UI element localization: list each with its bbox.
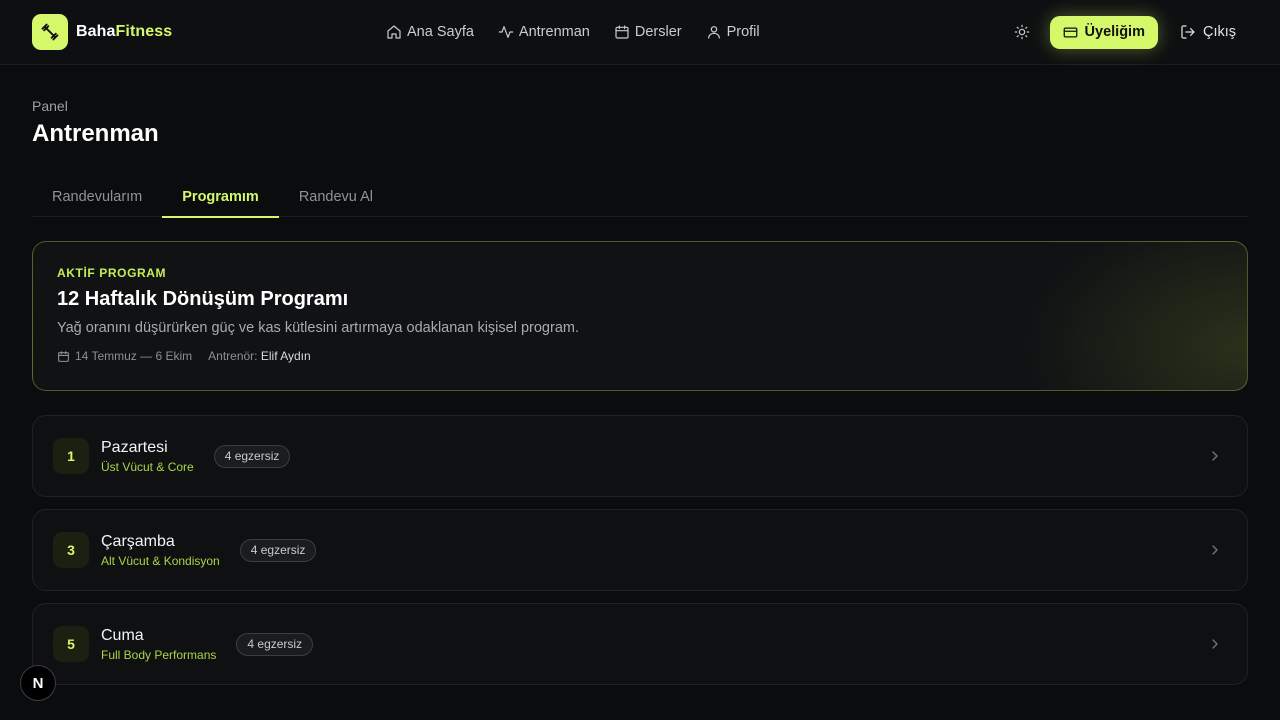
floating-n-button[interactable]: N xyxy=(20,665,56,701)
page-title: Antrenman xyxy=(32,120,159,147)
tab-book-appointment[interactable]: Randevu Al xyxy=(279,176,393,217)
calendar-icon xyxy=(615,25,629,39)
nav-item-workout[interactable]: Antrenman xyxy=(488,14,600,50)
logout-icon xyxy=(1181,25,1195,39)
program-dates: 14 Temmuz — 6 Ekim xyxy=(57,349,192,363)
workout-day-row[interactable]: 5 Cuma Full Body Performans 4 egzersiz xyxy=(32,603,1248,685)
active-program-card: AKTİF PROGRAM 12 Haftalık Dönüşüm Progra… xyxy=(32,241,1248,391)
exercise-count-badge: 4 egzersiz xyxy=(213,444,291,468)
nav-item-profile[interactable]: Profil xyxy=(696,14,770,50)
day-text: Cuma Full Body Performans xyxy=(101,627,216,662)
tab-my-program[interactable]: Programım xyxy=(162,176,279,218)
nav-item-label: Dersler xyxy=(634,24,682,40)
program-coach: Antrenör: Elif Aydın xyxy=(208,349,311,363)
theme-toggle-button[interactable] xyxy=(1004,14,1040,50)
brand-name-part2: Fitness xyxy=(115,23,173,40)
day-text: Pazartesi Üst Vücut & Core xyxy=(101,439,194,474)
coach-name: Elif Aydın xyxy=(260,349,311,363)
program-name: 12 Haftalık Dönüşüm Programı xyxy=(57,288,349,310)
home-icon xyxy=(387,25,401,39)
top-navigation-bar: BahaFitness Ana Sayfa Antrenman Dersler … xyxy=(0,0,1280,65)
workout-day-row[interactable]: 3 Çarşamba Alt Vücut & Kondisyon 4 egzer… xyxy=(32,509,1248,591)
nav-item-label: Profil xyxy=(726,24,760,40)
nav-item-label: Ana Sayfa xyxy=(407,24,474,40)
membership-label: Üyeliğim xyxy=(1084,24,1145,40)
program-kicker: AKTİF PROGRAM xyxy=(57,266,167,280)
day-name: Cuma xyxy=(101,626,144,644)
day-focus: Alt Vücut & Kondisyon xyxy=(101,553,220,568)
logout-button[interactable]: Çıkış xyxy=(1168,14,1248,50)
user-icon xyxy=(707,26,720,39)
program-description: Yağ oranını düşürürken güç ve kas kütles… xyxy=(57,320,579,336)
nav-item-label: Antrenman xyxy=(518,24,590,40)
day-name: Pazartesi xyxy=(101,438,168,456)
n-logo-icon: N xyxy=(32,674,44,692)
main-nav: Ana Sayfa Antrenman Dersler Profil xyxy=(376,0,770,64)
day-number-badge: 1 xyxy=(53,438,89,474)
nav-item-classes[interactable]: Dersler xyxy=(604,14,692,50)
brand-name: BahaFitness xyxy=(76,23,172,41)
breadcrumb: Panel xyxy=(32,98,68,114)
chevron-right-icon xyxy=(1212,639,1218,649)
credit-card-icon xyxy=(1063,27,1077,37)
calendar-icon xyxy=(58,350,69,362)
program-meta: 14 Temmuz — 6 Ekim Antrenör: Elif Aydın xyxy=(57,349,1223,363)
exercise-count-badge: 4 egzersiz xyxy=(239,538,317,562)
exercise-count-badge: 4 egzersiz xyxy=(236,632,314,656)
day-focus: Üst Vücut & Core xyxy=(101,459,194,474)
day-number-badge: 5 xyxy=(53,626,89,662)
brand[interactable]: BahaFitness xyxy=(32,14,172,50)
workout-day-row[interactable]: 1 Pazartesi Üst Vücut & Core 4 egzersiz xyxy=(32,415,1248,497)
day-name: Çarşamba xyxy=(101,532,175,550)
chevron-right-icon xyxy=(1212,545,1218,555)
activity-icon xyxy=(498,26,514,38)
coach-label: Antrenör: xyxy=(208,349,258,363)
logout-label: Çıkış xyxy=(1202,24,1236,40)
day-number-badge: 3 xyxy=(53,532,89,568)
dumbbell-icon xyxy=(32,14,68,50)
program-dates-text: 14 Temmuz — 6 Ekim xyxy=(75,349,193,363)
membership-button[interactable]: Üyeliğim xyxy=(1049,15,1158,49)
chevron-right-icon xyxy=(1212,451,1218,461)
nav-item-home[interactable]: Ana Sayfa xyxy=(376,14,484,50)
header-actions: Üyeliğim Çıkış xyxy=(1004,14,1248,50)
tab-bar: Randevularım Programım Randevu Al xyxy=(32,176,1248,218)
day-focus: Full Body Performans xyxy=(101,647,217,662)
tab-appointments[interactable]: Randevularım xyxy=(32,176,162,217)
sun-icon xyxy=(1014,24,1029,40)
day-text: Çarşamba Alt Vücut & Kondisyon xyxy=(101,533,220,568)
brand-name-part1: Baha xyxy=(76,23,116,40)
